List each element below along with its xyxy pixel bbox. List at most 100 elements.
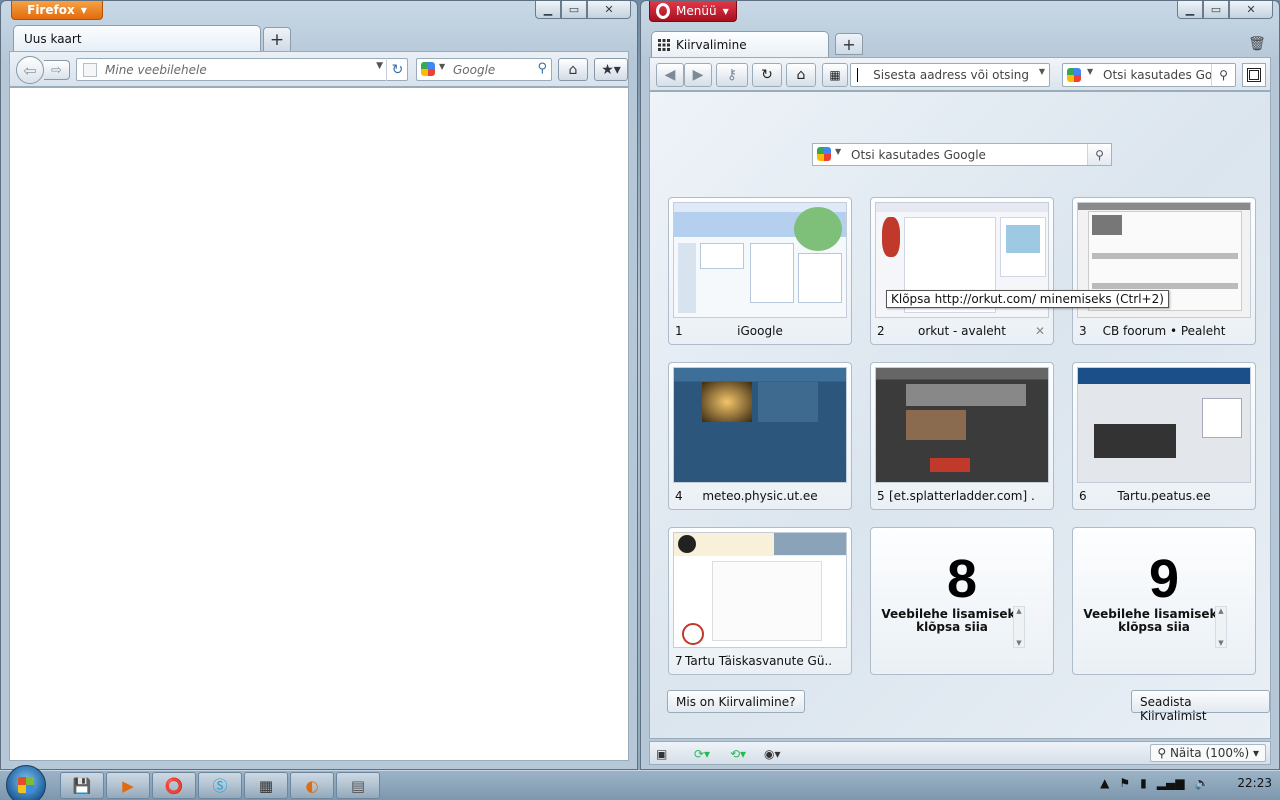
panel-toggle-icon[interactable]: ▣ — [656, 745, 667, 763]
firefox-menu-button[interactable]: Firefox ▼ — [11, 1, 103, 20]
toolbar-search-input[interactable]: ▼ Otsi kasutades Goog ⚲ — [1062, 63, 1236, 87]
tile-number: 9 — [1148, 549, 1180, 609]
tile-thumbnail — [1077, 367, 1251, 483]
new-tab-button[interactable]: + — [835, 33, 863, 55]
tile-title: Tartu.peatus.ee — [1117, 489, 1211, 503]
forward-arrow-icon[interactable]: ▶ — [684, 63, 712, 87]
skype-icon[interactable]: Ⓢ — [198, 772, 242, 799]
action-center-icon[interactable]: ⚑ — [1119, 776, 1130, 790]
speed-dial-page: ▼ Otsi kasutades Google ⚲ 1 iGoogle 2 or… — [649, 91, 1271, 739]
search-icon[interactable]: ⚲ — [1087, 144, 1111, 165]
minimize-icon[interactable]: ▁ — [535, 1, 561, 19]
tab-speed-dial[interactable]: Kiirvalimine — [651, 31, 829, 57]
key-icon[interactable]: ⚷ — [716, 63, 748, 87]
new-tab-button[interactable]: + — [263, 27, 291, 51]
tile-title: iGoogle — [737, 324, 783, 338]
tab-new-tab[interactable]: Uus kaart — [13, 25, 261, 52]
chevron-down-icon[interactable]: ▼ — [1039, 67, 1045, 76]
tile-title: meteo.physic.ut.ee — [702, 489, 818, 503]
chevron-down-icon[interactable]: ▼ — [439, 62, 445, 71]
search-icon[interactable]: ⚲ — [1211, 64, 1235, 86]
bookmarks-icon[interactable]: ★▾ — [594, 58, 628, 81]
opera-window-controls: ▁ ▭ ✕ — [1177, 1, 1273, 19]
chevron-down-icon: ▼ — [80, 5, 87, 15]
back-arrow-icon[interactable]: ⇦ — [16, 56, 44, 84]
speed-dial-tile-8[interactable]: 8 Veebilehe lisamiseks klõpsa siia ▲ ▼ — [870, 527, 1054, 675]
help-button[interactable]: Mis on Kiirvalimine? — [667, 690, 805, 713]
power-icon[interactable]: ▮ — [1140, 776, 1147, 790]
speed-dial-tile-5[interactable]: 5 [et.splatterladder.com] ... — [870, 362, 1054, 510]
trash-icon[interactable]: 🗑 — [1247, 33, 1267, 55]
firefox-menu-label: Firefox — [27, 3, 75, 17]
close-icon[interactable]: ✕ — [1229, 1, 1273, 19]
media-player-icon[interactable]: ▶ — [106, 772, 150, 799]
speed-dial-tile-9[interactable]: 9 Veebilehe lisamiseks klõpsa siia ▲ ▼ — [1072, 527, 1256, 675]
url-bar[interactable]: Mine veebilehele ▼ — [76, 58, 408, 81]
maximize-icon[interactable]: ▭ — [1203, 1, 1229, 19]
reload-icon[interactable]: ↻ — [386, 58, 408, 81]
search-icon[interactable]: ⚲ — [537, 61, 547, 76]
forward-arrow-icon[interactable]: ⇨ — [44, 60, 70, 80]
chevron-down-icon[interactable]: ▼ — [376, 61, 383, 71]
show-hidden-icons[interactable]: ▲ — [1100, 776, 1109, 790]
google-logo-icon[interactable] — [817, 147, 831, 161]
tile-number: 6 — [1079, 489, 1087, 503]
tab-label: Kiirvalimine — [676, 38, 747, 52]
turbo-icon[interactable]: ◉▾ — [764, 745, 781, 763]
google-logo-icon[interactable] — [1067, 68, 1081, 82]
close-icon[interactable]: ✕ — [1035, 324, 1045, 338]
scrollbar[interactable]: ▲ ▼ — [1215, 606, 1227, 648]
speed-dial-tile-7[interactable]: 7 Tartu Täiskasvanute Gü... — [668, 527, 852, 675]
tile-thumbnail — [673, 532, 847, 648]
page-content — [9, 87, 629, 761]
tile-title: [et.splatterladder.com] ... — [889, 489, 1035, 503]
tile-number: 5 — [877, 489, 885, 503]
speed-dial-tile-2[interactable]: 2 orkut - avaleht ✕ — [870, 197, 1054, 345]
speed-dial-tile-1[interactable]: 1 iGoogle — [668, 197, 852, 345]
scrollbar[interactable]: ▲ ▼ — [1013, 606, 1025, 648]
back-arrow-icon[interactable]: ◀ — [656, 63, 684, 87]
opera-toolbar: ◀ ▶ ⚷ ↻ ⌂ ▦ Sisesta aadress või otsing ▼… — [649, 57, 1271, 91]
address-bar[interactable]: Sisesta aadress või otsing ▼ — [850, 63, 1050, 87]
chevron-down-icon[interactable]: ▼ — [835, 147, 841, 156]
firefox-icon[interactable]: ◐ — [290, 772, 334, 799]
save-icon[interactable]: 💾 — [60, 772, 104, 799]
volume-icon[interactable]: 🔈 — [1194, 776, 1209, 790]
network-icon[interactable]: ▂▄▆ — [1157, 776, 1185, 790]
speed-dial-search-placeholder: Otsi kasutades Google — [851, 148, 986, 162]
toolbar-search-placeholder: Otsi kasutades Goog — [1103, 68, 1228, 82]
clock[interactable]: 22:23 — [1237, 776, 1272, 790]
speed-dial-icon[interactable]: ▦ — [822, 63, 848, 87]
tile-thumbnail — [875, 367, 1049, 483]
speed-dial-tile-4[interactable]: 4 meteo.physic.ut.ee — [668, 362, 852, 510]
start-button[interactable] — [6, 765, 46, 800]
home-icon[interactable]: ⌂ — [558, 58, 588, 81]
taskbar: 💾 ▶ ⭕ Ⓢ ▦ ◐ ▤ ▲ ⚑ ▮ ▂▄▆ 🔈 22:23 — [0, 765, 1280, 800]
qr-code-icon[interactable] — [1242, 63, 1266, 87]
speed-dial-icon — [658, 39, 670, 51]
sync-icon[interactable]: ⟳▾ — [694, 745, 710, 763]
opera-icon[interactable]: ⭕ — [152, 772, 196, 799]
home-icon[interactable]: ⌂ — [786, 63, 816, 87]
speed-dial-search-input[interactable]: ▼ Otsi kasutades Google ⚲ — [812, 143, 1112, 166]
opera-menu-button[interactable]: Menüü ▼ — [649, 1, 737, 22]
chevron-down-icon: ▼ — [722, 6, 729, 16]
chevron-down-icon[interactable]: ▼ — [1087, 67, 1093, 76]
minimize-icon[interactable]: ▁ — [1177, 1, 1203, 19]
speed-dial-tile-6[interactable]: 6 Tartu.peatus.ee — [1072, 362, 1256, 510]
settings-button[interactable]: Seadista Kiirvalimist — [1131, 690, 1270, 723]
notepad-icon[interactable]: ▤ — [336, 772, 380, 799]
windows-logo-icon — [18, 777, 34, 793]
google-logo-icon[interactable] — [421, 62, 435, 76]
tile-title: orkut - avaleht — [918, 324, 1006, 338]
maximize-icon[interactable]: ▭ — [561, 1, 587, 19]
zoom-button[interactable]: ⚲ Näita (100%) ▾ — [1150, 744, 1266, 762]
unite-icon[interactable]: ⟲▾ — [730, 745, 746, 763]
address-placeholder: Sisesta aadress või otsing — [873, 68, 1029, 82]
speed-dial-tile-3[interactable]: 3 CB foorum • Pealeht — [1072, 197, 1256, 345]
close-icon[interactable]: ✕ — [587, 1, 631, 19]
reload-icon[interactable]: ↻ — [752, 63, 782, 87]
tile-add-hint: Veebilehe lisamiseks klõpsa siia — [881, 607, 1023, 634]
search-input[interactable]: ▼ Google ⚲ — [416, 58, 552, 81]
calculator-icon[interactable]: ▦ — [244, 772, 288, 799]
